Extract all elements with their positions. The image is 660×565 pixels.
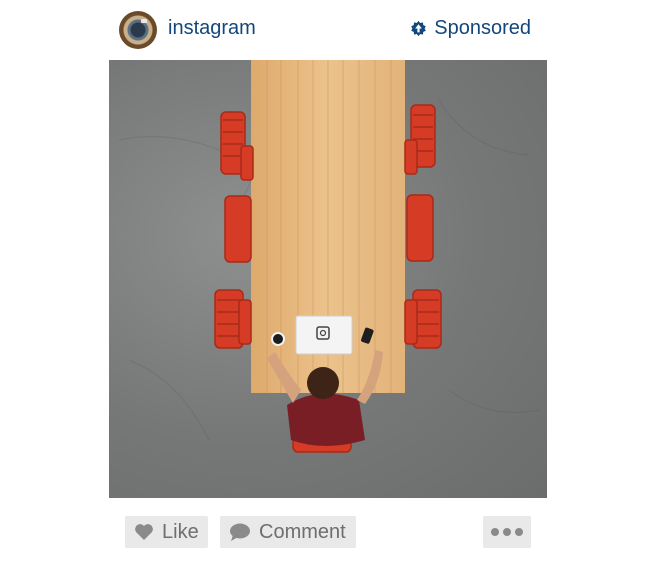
chair-right-2 — [406, 194, 434, 262]
comment-button[interactable]: Comment — [220, 516, 356, 548]
speech-bubble-icon — [230, 523, 250, 541]
like-label: Like — [162, 520, 199, 543]
chair-left-2 — [224, 195, 252, 263]
post-header: instagram Sponsored — [0, 0, 660, 60]
comment-label: Comment — [259, 520, 346, 543]
sponsored-badge-icon — [411, 20, 427, 37]
chair-left-1 — [220, 111, 254, 181]
laptop — [295, 315, 353, 355]
post-actions: Like Comment — [0, 512, 660, 552]
sponsored-badge: Sponsored — [410, 17, 531, 40]
instagram-camera-logo-icon[interactable] — [119, 11, 157, 49]
post-username[interactable]: instagram — [168, 17, 256, 40]
chair-left-3 — [214, 289, 252, 349]
like-button[interactable]: Like — [125, 516, 208, 548]
more-options-button[interactable] — [483, 516, 531, 548]
heart-icon — [135, 524, 153, 540]
chair-right-3 — [404, 289, 442, 349]
chair-right-1 — [404, 104, 436, 175]
coffee-cup — [271, 332, 285, 346]
sponsored-label: Sponsored — [434, 17, 531, 39]
ellipsis-icon — [491, 528, 523, 536]
post-photo[interactable] — [109, 60, 547, 498]
